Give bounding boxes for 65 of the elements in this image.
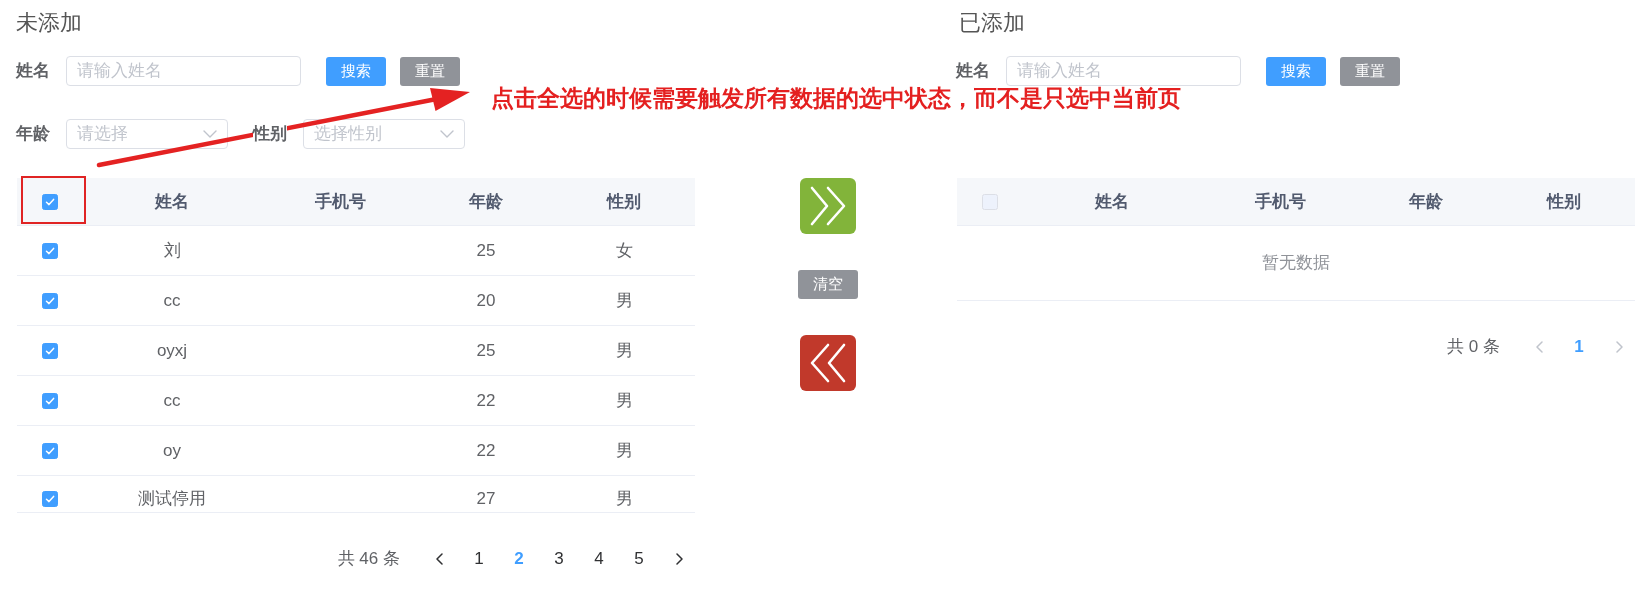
table-cell: 27	[476, 488, 496, 510]
total-count: 共 0 条	[1447, 336, 1500, 358]
field-label: 性别	[253, 123, 287, 145]
table-cell: 刘	[163, 239, 181, 262]
double-chevron-right-icon	[810, 186, 846, 226]
panel-title: 已添加	[959, 9, 1025, 37]
table-cell: 22	[476, 389, 496, 412]
select-field[interactable]: 选择性别	[303, 119, 465, 149]
column-header: 年龄	[1409, 190, 1443, 213]
reset-button[interactable]: 重置	[1340, 56, 1400, 86]
total-count: 共 46 条	[337, 548, 400, 570]
table-cell: 男	[615, 289, 633, 312]
chevron-down-icon	[440, 130, 454, 138]
page-button[interactable]: 1	[459, 543, 499, 575]
search-button[interactable]: 搜索	[1266, 56, 1326, 86]
field-label: 姓名	[16, 60, 50, 82]
move-right-button[interactable]	[800, 178, 856, 234]
search-button[interactable]: 搜索	[326, 56, 386, 86]
table-cell: 男	[615, 389, 633, 412]
clear-button[interactable]: 清空	[798, 270, 858, 299]
page-button[interactable]: 1	[1559, 331, 1599, 363]
column-header: 手机号	[314, 190, 366, 213]
table-cell: cc	[163, 389, 181, 412]
table-cell: 22	[476, 439, 496, 462]
checkbox[interactable]	[42, 392, 58, 409]
table-cell: 25	[476, 339, 496, 362]
chevron-down-icon	[203, 130, 217, 138]
move-left-button[interactable]	[800, 335, 856, 391]
annotation-text: 点击全选的时候需要触发所有数据的选中状态，而不是只选中当前页	[491, 87, 1181, 110]
table-cell: 测试停用	[138, 488, 206, 510]
table-cell: oyxj	[156, 339, 188, 362]
empty-text: 暂无数据	[1262, 252, 1330, 274]
page-button[interactable]: 5	[619, 543, 659, 575]
table-cell: oy	[163, 439, 181, 462]
checkbox[interactable]	[42, 292, 58, 309]
column-header: 姓名	[155, 190, 189, 213]
checkbox[interactable]	[42, 442, 58, 459]
checkbox[interactable]	[42, 193, 58, 210]
highlight-frame	[21, 176, 86, 224]
reset-button[interactable]: 重置	[400, 56, 460, 86]
table-cell: cc	[163, 289, 181, 312]
double-chevron-left-icon	[810, 343, 846, 383]
column-header: 性别	[607, 190, 641, 213]
select-field[interactable]: 请选择	[66, 119, 228, 149]
page-button[interactable]: 2	[499, 543, 539, 575]
text-input[interactable]: 请输入姓名	[1006, 56, 1241, 86]
column-header: 性别	[1547, 190, 1581, 213]
table-cell: 女	[615, 239, 633, 262]
text-input[interactable]: 请输入姓名	[66, 56, 301, 86]
column-header: 年龄	[469, 190, 503, 213]
field-label: 年龄	[16, 123, 50, 145]
table-cell: 25	[476, 239, 496, 262]
field-label: 姓名	[956, 60, 990, 82]
table-cell: 男	[615, 439, 633, 462]
table-cell: 20	[476, 289, 496, 312]
checkbox[interactable]	[42, 342, 58, 359]
page-button[interactable]: 4	[579, 543, 619, 575]
column-header: 姓名	[1095, 190, 1129, 213]
panel-title: 未添加	[16, 9, 82, 37]
page-button[interactable]: 3	[539, 543, 579, 575]
checkbox[interactable]	[42, 242, 58, 259]
table-cell: 男	[615, 339, 633, 362]
checkbox[interactable]	[42, 491, 58, 507]
column-header: 手机号	[1254, 190, 1306, 213]
table-cell: 男	[615, 488, 633, 510]
